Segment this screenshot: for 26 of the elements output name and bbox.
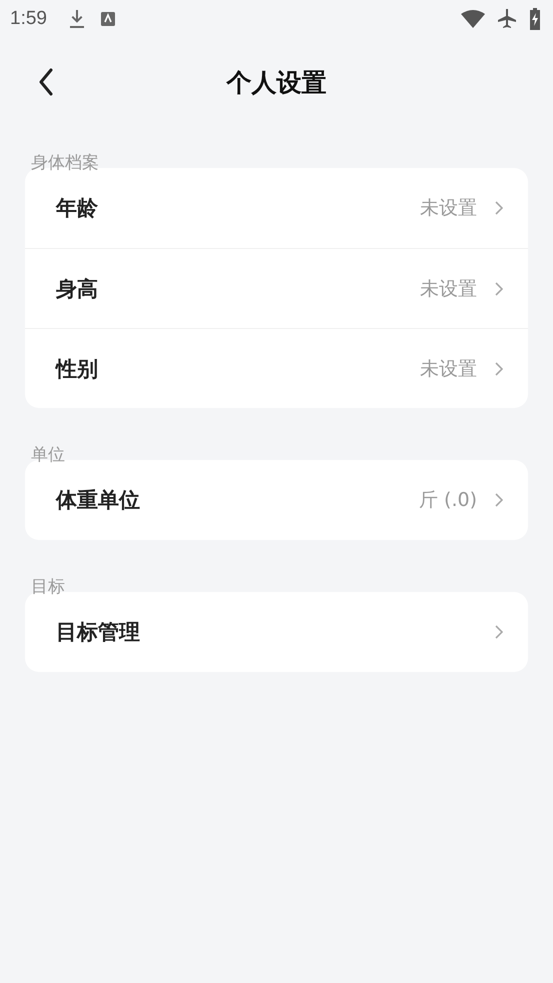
download-icon	[68, 9, 85, 29]
page-title: 个人设置	[226, 66, 326, 98]
chevron-icon	[495, 625, 503, 639]
row-label: 体重单位	[56, 487, 141, 514]
chevron-icon	[495, 362, 503, 376]
section-title: 身体档案	[30, 152, 100, 168]
section-title: 单位	[30, 444, 66, 460]
row-value: 未设置	[420, 356, 477, 382]
section-title: 目标	[30, 576, 66, 592]
row-value: 未设置	[420, 196, 477, 221]
row-value: 斤 (.0)	[419, 488, 477, 513]
row-label: 身高	[56, 276, 99, 302]
row-value: 未设置	[420, 276, 477, 302]
back-icon[interactable]	[38, 68, 54, 96]
airplane-icon	[497, 8, 517, 30]
chevron-icon	[495, 493, 503, 507]
row-label: 年龄	[56, 195, 99, 222]
battery-icon	[529, 8, 541, 30]
chevron-icon	[495, 201, 503, 215]
row-label: 性别	[56, 356, 99, 382]
wifi-icon	[461, 10, 485, 28]
status-time: 1:59	[10, 8, 47, 30]
settings-row[interactable]: 性别 未设置	[25, 328, 528, 408]
row-label: 目标管理	[56, 619, 141, 646]
settings-row[interactable]: 身高 未设置	[25, 248, 528, 328]
chevron-icon	[495, 282, 503, 296]
